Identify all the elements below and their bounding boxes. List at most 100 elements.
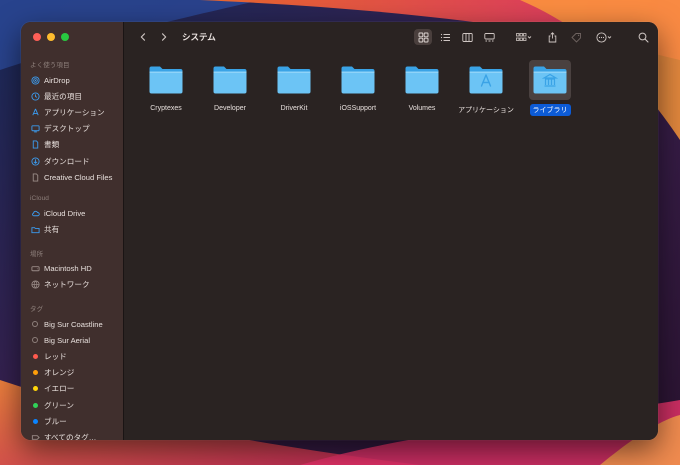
sidebar-item-network[interactable]: ネットワーク xyxy=(21,277,123,293)
folder-icon xyxy=(209,60,251,100)
share-icon xyxy=(548,31,556,42)
folder-item[interactable]: Developer xyxy=(198,60,262,116)
minimize-button[interactable] xyxy=(47,33,55,41)
download-icon xyxy=(30,156,40,166)
sidebar-item-label: AirDrop xyxy=(44,75,70,85)
sidebar-item-label: Creative Cloud Files xyxy=(44,172,113,182)
folder-item[interactable]: アプリケーション xyxy=(454,60,518,116)
airdrop-icon xyxy=(30,75,40,85)
folder-item[interactable]: Cryptexes xyxy=(134,60,198,116)
sidebar-item-label: 書類 xyxy=(44,140,60,150)
sidebar-item-label: レッド xyxy=(44,352,67,362)
sidebar-section-tags: タグ xyxy=(30,306,44,314)
toolbar: システム xyxy=(124,22,658,52)
file-grid: Cryptexes Developer DriverKit iOSSupport… xyxy=(134,60,582,116)
gallery-view-button[interactable] xyxy=(480,29,498,45)
folder-icon xyxy=(273,60,315,100)
sidebar-item-label: イエロー xyxy=(44,384,75,394)
sidebar: よく使う項目 AirDrop 最近の項目 アプリケーション デスクトップ 書類 … xyxy=(21,22,124,440)
group-by-button[interactable] xyxy=(512,29,536,45)
sidebar-item-icloud-drive[interactable]: iCloud Drive xyxy=(21,205,123,221)
window-title: システム xyxy=(182,32,216,42)
sidebar-item-label: すべてのタグ… xyxy=(44,432,97,440)
sidebar-item-recents[interactable]: 最近の項目 xyxy=(21,88,123,104)
folder-item[interactable]: ライブラリ xyxy=(518,60,582,116)
zoom-button[interactable] xyxy=(61,33,69,41)
disk-icon xyxy=(30,264,40,274)
sidebar-item-label: グリーン xyxy=(44,400,74,410)
document-icon xyxy=(30,140,40,150)
close-button[interactable] xyxy=(33,33,41,41)
list-icon xyxy=(440,33,450,41)
forward-button[interactable] xyxy=(157,30,171,44)
sidebar-item-tag-big-sur-aerial[interactable]: Big Sur Aerial xyxy=(21,332,123,348)
columns-icon xyxy=(461,32,473,42)
tag-button[interactable] xyxy=(568,29,584,45)
folder-icon xyxy=(337,60,379,100)
folder-item[interactable]: Volumes xyxy=(390,60,454,116)
sidebar-item-creative-cloud[interactable]: Creative Cloud Files xyxy=(21,169,123,185)
tag-dot-icon xyxy=(30,368,40,378)
sidebar-section-locations: 場所 xyxy=(30,250,44,258)
chevron-left-icon xyxy=(140,33,146,41)
sidebar-item-label: Macintosh HD xyxy=(44,264,92,274)
sidebar-item-documents[interactable]: 書類 xyxy=(21,137,123,153)
folder-name: iOSSupport xyxy=(339,105,377,112)
library-folder-icon xyxy=(529,60,571,100)
sidebar-item-label: ネットワーク xyxy=(44,280,90,290)
folder-name: Volumes xyxy=(408,105,436,112)
action-menu-button[interactable] xyxy=(592,29,616,45)
sidebar-item-label: iCloud Drive xyxy=(44,208,86,218)
sidebar-item-downloads[interactable]: ダウンロード xyxy=(21,153,123,169)
sidebar-item-tag-red[interactable]: レッド xyxy=(21,348,123,364)
icon-view-button[interactable] xyxy=(414,29,432,45)
sidebar-section-icloud: iCloud xyxy=(30,195,50,203)
sidebar-item-tag-blue[interactable]: ブルー xyxy=(21,413,123,429)
column-view-button[interactable] xyxy=(458,29,476,45)
all-tags-icon xyxy=(30,432,40,440)
sidebar-item-airdrop[interactable]: AirDrop xyxy=(21,72,123,88)
sidebar-item-macintosh-hd[interactable]: Macintosh HD xyxy=(21,261,123,277)
grid-icon xyxy=(418,32,428,42)
tag-icon xyxy=(570,32,581,43)
toolbar-right xyxy=(414,22,650,52)
sidebar-item-desktop[interactable]: デスクトップ xyxy=(21,121,123,137)
sidebar-item-label: Big Sur Aerial xyxy=(44,335,91,345)
back-button[interactable] xyxy=(136,30,150,44)
sidebar-section-favorites: よく使う項目 xyxy=(30,62,70,69)
applications-folder-icon xyxy=(465,60,507,100)
sidebar-item-tag-big-sur-coastline[interactable]: Big Sur Coastline xyxy=(21,316,123,332)
network-icon xyxy=(30,280,40,290)
sidebar-item-all-tags[interactable]: すべてのタグ… xyxy=(21,429,123,440)
sidebar-item-label: ダウンロード xyxy=(44,156,90,166)
group-grid-icon xyxy=(516,32,532,41)
gallery-icon xyxy=(483,32,495,41)
finder-window: よく使う項目 AirDrop 最近の項目 アプリケーション デスクトップ 書類 … xyxy=(21,22,658,440)
tag-dot-icon xyxy=(30,384,40,394)
search-button[interactable] xyxy=(636,29,650,45)
folder-icon xyxy=(401,60,443,100)
sidebar-item-tag-green[interactable]: グリーン xyxy=(21,397,123,413)
list-view-button[interactable] xyxy=(436,29,454,45)
share-button[interactable] xyxy=(544,29,560,45)
main-content: システム Cryptexes Developer DriverKit iOSSu… xyxy=(124,22,658,440)
sidebar-item-label: Big Sur Coastline xyxy=(44,319,103,329)
folder-item[interactable]: iOSSupport xyxy=(326,60,390,116)
folder-icon xyxy=(145,60,187,100)
search-icon xyxy=(638,32,649,43)
sidebar-item-label: アプリケーション xyxy=(44,107,105,117)
sidebar-item-applications[interactable]: アプリケーション xyxy=(21,104,123,120)
clock-icon xyxy=(30,91,40,101)
sidebar-item-label: ブルー xyxy=(44,416,67,426)
sidebar-item-tag-yellow[interactable]: イエロー xyxy=(21,381,123,397)
ellipsis-circle-icon xyxy=(596,31,612,43)
apps-icon xyxy=(30,107,40,117)
window-controls xyxy=(33,33,69,41)
chevron-right-icon xyxy=(161,33,167,41)
sidebar-item-shared[interactable]: 共有 xyxy=(21,222,123,238)
folder-name: Cryptexes xyxy=(150,105,182,112)
sidebar-item-label: オレンジ xyxy=(44,368,75,378)
shared-folder-icon xyxy=(30,225,40,235)
folder-item[interactable]: DriverKit xyxy=(262,60,326,116)
sidebar-item-tag-orange[interactable]: オレンジ xyxy=(21,365,123,381)
